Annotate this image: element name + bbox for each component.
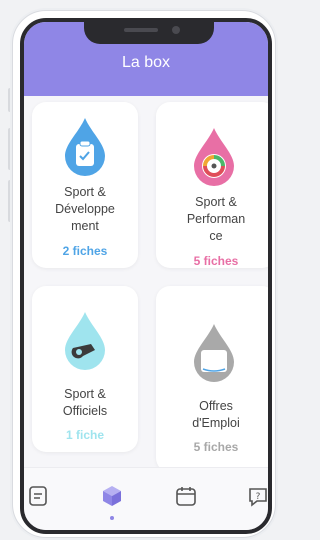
card-sport-developpement[interactable]: Sport & Développe ment 2 fiches (32, 102, 138, 268)
label-line: Sport & (64, 185, 106, 199)
label-line: Sport & (64, 387, 106, 401)
svg-text:?: ? (256, 492, 261, 502)
tab-bar: ? (24, 467, 268, 530)
notch (84, 22, 214, 44)
camera (172, 26, 180, 34)
card-count: 5 fiches (193, 254, 239, 268)
card-sport-performance[interactable]: Sport & Performan ce 5 fiches (156, 102, 268, 268)
card-count: 1 fiche (65, 428, 104, 442)
box-icon[interactable] (100, 484, 124, 508)
label-line: Offres (199, 399, 233, 413)
card-label: Sport & Développe ment (32, 184, 138, 235)
label-line: Officiels (62, 404, 108, 418)
card-sport-officiels[interactable]: Sport & Officiels 1 fiche (32, 286, 138, 452)
active-tab-indicator (110, 516, 114, 520)
development-clipboard-icon (65, 118, 105, 176)
card-count: 5 fiches (193, 440, 239, 454)
document-icon[interactable] (26, 484, 50, 508)
label-line: ce (209, 229, 223, 243)
label-line: d'Emploi (192, 416, 240, 430)
card-label: Offres d'Emploi (156, 398, 268, 432)
card-label: Sport & Performan ce (156, 194, 268, 245)
label-line: Performan (186, 212, 246, 226)
label-line: Développe (55, 202, 115, 216)
calendar-icon[interactable] (174, 484, 198, 508)
help-chat-icon[interactable]: ? (246, 484, 270, 508)
label-line: Sport & (195, 195, 237, 209)
label-line: ment (71, 219, 99, 233)
phone-screen: La box Sport & Développe ment 2 fiches S… (20, 18, 272, 534)
card-offres-emploi[interactable]: Offres d'Emploi 5 fiches (156, 286, 268, 472)
card-label: Sport & Officiels (32, 386, 138, 420)
page-title: La box (121, 54, 171, 71)
performance-gauge-icon (194, 128, 234, 186)
ffn-logo-icon (194, 324, 234, 382)
speaker (124, 28, 158, 32)
card-count: 2 fiches (62, 244, 108, 258)
whistle-icon (65, 312, 105, 370)
